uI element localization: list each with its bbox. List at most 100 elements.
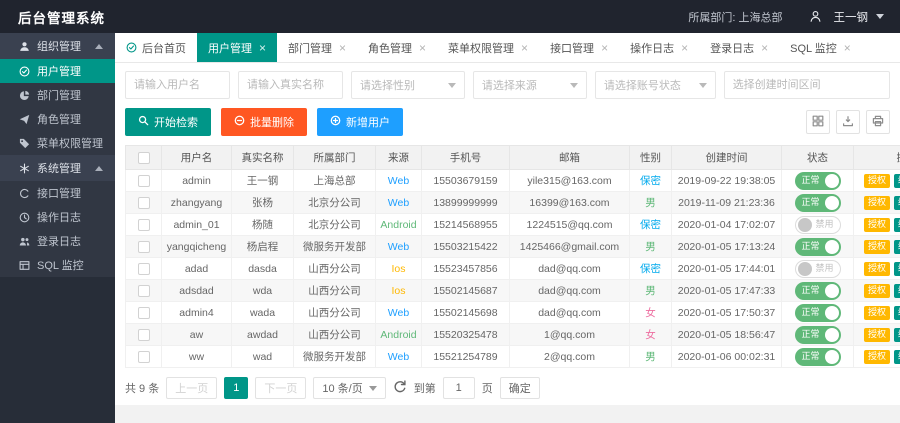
goto-page-input[interactable] [443,377,475,399]
tab-role-management[interactable]: 角色管理× [357,33,437,62]
sidebar-group-organization[interactable]: 组织管理 [0,33,115,59]
edit-button[interactable]: 编辑 [894,196,900,210]
add-user-button[interactable]: 新增用户 [317,108,403,136]
edit-button[interactable]: 编辑 [894,174,900,188]
tab-department-management[interactable]: 部门管理× [277,33,357,62]
sidebar-item-operation-log[interactable]: 操作日志 [0,205,115,229]
gender-cell: 保密 [630,170,672,192]
close-icon[interactable]: × [419,42,426,54]
row-checkbox[interactable] [138,241,150,253]
created-range-input[interactable] [724,71,890,99]
tab-sql-monitor[interactable]: SQL 监控× [779,33,862,62]
tab-home[interactable]: 后台首页 [115,33,197,62]
close-icon[interactable]: × [339,42,346,54]
gender-select[interactable]: 请选择性别 [351,71,465,99]
tab-login-log[interactable]: 登录日志× [699,33,779,62]
authorize-button[interactable]: 授权 [864,306,890,320]
print-button[interactable] [866,110,890,134]
sidebar-item-sql-monitor[interactable]: SQL 监控 [0,253,115,277]
authorize-button[interactable]: 授权 [864,328,890,342]
tab-label: 菜单权限管理 [448,40,514,56]
close-icon[interactable]: × [844,42,851,54]
edit-button[interactable]: 编辑 [894,284,900,298]
created-cell: 2020-01-05 18:56:47 [672,324,782,346]
authorize-button[interactable]: 授权 [864,350,890,364]
export-button[interactable] [836,110,860,134]
close-icon[interactable]: × [601,42,608,54]
sidebar-group-system[interactable]: 系统管理 [0,155,115,181]
printer-icon [872,115,884,130]
tab-api-management[interactable]: 接口管理× [539,33,619,62]
tag-icon [19,138,30,149]
edit-button[interactable]: 编辑 [894,328,900,342]
current-page-button[interactable]: 1 [224,377,248,399]
close-icon[interactable]: × [681,42,688,54]
edit-button[interactable]: 编辑 [894,218,900,232]
status-toggle[interactable]: 正常 [795,282,841,300]
source-select[interactable]: 请选择来源 [473,71,587,99]
sidebar-item-role-management[interactable]: 角色管理 [0,107,115,131]
edit-button[interactable]: 编辑 [894,350,900,364]
sidebar-item-login-log[interactable]: 登录日志 [0,229,115,253]
columns-filter-button[interactable] [806,110,830,134]
row-checkbox[interactable] [138,307,150,319]
table-row: yangqicheng杨启程微服务开发部Web15503215422142546… [126,236,900,258]
search-button[interactable]: 开始检索 [125,108,211,136]
select-all-checkbox[interactable] [138,152,150,164]
created-cell: 2019-11-09 21:23:36 [672,192,782,214]
sidebar-item-department-management[interactable]: 部门管理 [0,83,115,107]
page-unit-label: 页 [482,380,493,396]
sidebar-item-user-management[interactable]: 用户管理 [0,59,115,83]
next-page-button[interactable]: 下一页 [255,377,306,399]
phone-cell: 15520325478 [422,324,510,346]
status-toggle[interactable]: 正常 [795,304,841,322]
table-row: admin王一钢上海总部Web15503679159yile315@163.co… [126,170,900,192]
prev-page-button[interactable]: 上一页 [166,377,217,399]
row-checkbox[interactable] [138,263,150,275]
edit-button[interactable]: 编辑 [894,306,900,320]
account-status-select[interactable]: 请选择账号状态 [595,71,716,99]
status-toggle[interactable]: 禁用 [795,216,841,234]
close-icon[interactable]: × [259,42,266,54]
row-checkbox[interactable] [138,175,150,187]
authorize-button[interactable]: 授权 [864,262,890,276]
status-cell: 正常 [782,236,854,258]
user-menu[interactable]: 王一钢 [809,9,885,25]
username-filter-input[interactable] [125,71,230,99]
status-toggle[interactable]: 正常 [795,238,841,256]
sidebar-item-api-management[interactable]: 接口管理 [0,181,115,205]
row-checkbox[interactable] [138,219,150,231]
clock-icon [19,212,30,223]
tab-menu-permission-management[interactable]: 菜单权限管理 × [437,33,539,62]
realname-filter-input[interactable] [238,71,343,99]
close-icon[interactable]: × [761,42,768,54]
status-toggle[interactable]: 禁用 [795,260,841,278]
status-toggle[interactable]: 正常 [795,194,841,212]
authorize-button[interactable]: 授权 [864,284,890,298]
edit-button[interactable]: 编辑 [894,240,900,254]
authorize-button[interactable]: 授权 [864,218,890,232]
close-icon[interactable]: × [521,42,528,54]
status-toggle[interactable]: 正常 [795,348,841,366]
tab-operation-log[interactable]: 操作日志× [619,33,699,62]
row-checkbox[interactable] [138,285,150,297]
authorize-button[interactable]: 授权 [864,240,890,254]
department-cell: 山西分公司 [294,324,376,346]
row-checkbox[interactable] [138,197,150,209]
status-toggle[interactable]: 正常 [795,326,841,344]
sidebar-item-menu-permission-management[interactable]: 菜单权限管理 [0,131,115,155]
topbar: 后台管理系统 所属部门: 上海总部 王一钢 [0,0,900,33]
status-toggle[interactable]: 正常 [795,172,841,190]
edit-button[interactable]: 编辑 [894,262,900,276]
row-checkbox[interactable] [138,329,150,341]
authorize-button[interactable]: 授权 [864,174,890,188]
authorize-button[interactable]: 授权 [864,196,890,210]
refresh-button[interactable] [393,380,407,397]
page-size-select[interactable]: 10 条/页 [313,377,385,399]
sidebar-item-label: 操作日志 [37,209,81,225]
confirm-button[interactable]: 确定 [500,377,540,399]
batch-delete-button[interactable]: 批量删除 [221,108,307,136]
email-cell: dad@qq.com [510,280,630,302]
row-checkbox[interactable] [138,351,150,363]
tab-user-management[interactable]: 用户管理× [197,33,277,62]
